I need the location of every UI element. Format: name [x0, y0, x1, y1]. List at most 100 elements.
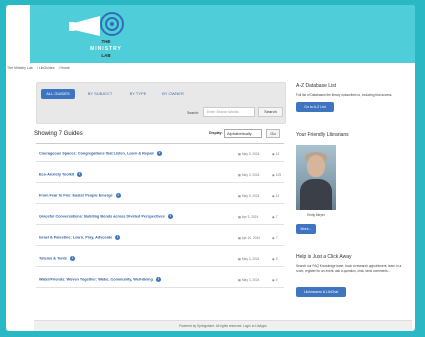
calendar-icon: ▦ [238, 215, 242, 219]
guide-views-text: 12 [275, 194, 280, 198]
calendar-icon: ▦ [238, 173, 242, 177]
logo-line-1: THE [102, 39, 111, 44]
guide-link[interactable]: Courageous Spaces: Congregations that Li… [39, 151, 162, 156]
info-icon[interactable]: i [115, 193, 121, 198]
tab-by-subject[interactable]: BY SUBJECT [81, 89, 119, 99]
logo-line-3: LAB [101, 53, 111, 58]
breadcrumb: The Ministry Lab / LibGuides / Home [7, 66, 70, 70]
guide-date-text: Apr 10, 2024 [241, 236, 260, 240]
help-description: Search our FAQ Knowledge base, book a re… [296, 264, 402, 273]
eye-icon: ◉ [272, 173, 275, 177]
go-button[interactable]: Go [266, 129, 280, 138]
guide-updated-date: ▦ May 5, 2024 [238, 194, 259, 198]
librarian-photo [296, 145, 336, 210]
header-banner: THE MINISTRY LAB [30, 5, 415, 63]
guide-row: Totems & Tents i ▦ May 3, 2024 ◉ 5 [36, 250, 284, 267]
divider [36, 143, 284, 144]
info-icon[interactable]: i [167, 214, 173, 219]
eye-icon: ◉ [272, 278, 275, 282]
guide-views-text: 4 [275, 278, 278, 282]
guide-title[interactable]: Israel & Palestine: Learn, Pray, Advocat… [39, 236, 112, 240]
guide-date-text: May 3, 2024 [241, 173, 260, 177]
guide-row: From Fear to Fire: Easter People Emerge i… [36, 187, 284, 204]
guide-updated-date: ▦ May 3, 2024 [238, 152, 259, 156]
calendar-icon: ▦ [238, 278, 242, 282]
guide-title[interactable]: Water/Friends: Woven Together: Water, Co… [39, 278, 153, 282]
megaphone-icon [69, 12, 124, 36]
guide-view-count: ◉ 4 [272, 278, 277, 282]
guide-row: Graceful Conversations: Building Bonds a… [36, 208, 284, 225]
guide-view-count: ◉ 125 [272, 173, 281, 177]
guide-views-text: 125 [275, 173, 282, 177]
guide-title[interactable]: Totems & Tents [39, 257, 67, 261]
guide-title[interactable]: Graceful Conversations: Building Bonds a… [39, 215, 165, 219]
guide-view-count: ◉ 5 [272, 257, 277, 261]
calendar-icon: ▦ [238, 152, 242, 156]
guide-link[interactable]: Graceful Conversations: Building Bonds a… [39, 214, 173, 219]
guide-row: Courageous Spaces: Congregations that Li… [36, 145, 284, 162]
eye-icon: ◉ [272, 257, 275, 261]
calendar-icon: ▦ [238, 257, 242, 261]
eye-icon: ◉ [272, 194, 275, 198]
eye-icon: ◉ [272, 236, 275, 240]
librarian-more-button[interactable]: More... [296, 224, 316, 234]
guide-view-count: ◉ 7 [272, 236, 277, 240]
info-icon[interactable]: i [156, 151, 162, 156]
guide-updated-date: ▦ Apr 3, 2024 [238, 215, 258, 219]
search-input[interactable] [203, 107, 255, 117]
guide-title[interactable]: Eco-Anxiety Toolkit [39, 173, 74, 177]
guide-row: Eco-Anxiety Toolkit i ▦ May 3, 2024 ◉ 125 [36, 166, 284, 183]
display-select[interactable]: Alphabetically [224, 129, 262, 138]
search-button[interactable]: Search [258, 107, 283, 117]
tab-by-owner[interactable]: BY OWNER [157, 89, 189, 99]
logo-line-2: MINISTRY [90, 46, 122, 52]
info-icon[interactable]: i [155, 277, 161, 282]
eye-icon: ◉ [272, 152, 275, 156]
az-list-button[interactable]: Go to A-Z List [296, 102, 334, 112]
info-icon[interactable]: i [115, 235, 121, 240]
ministry-lab-logo[interactable]: THE MINISTRY LAB [66, 9, 156, 61]
guides-count-heading: Showing 7 Guides [34, 131, 83, 137]
libanswers-button[interactable]: LibAnswers & LibChat [296, 287, 346, 297]
breadcrumb-item[interactable]: The Ministry Lab [7, 66, 33, 70]
guide-view-count: ◉ 12 [272, 152, 279, 156]
guide-views-text: 5 [275, 257, 278, 261]
guide-views-text: 12 [275, 152, 280, 156]
librarians-heading: Your Friendly Librarians [296, 132, 349, 138]
guide-updated-date: ▦ May 3, 2024 [238, 278, 259, 282]
tab-all-guides[interactable]: ALL GUIDES [41, 89, 75, 99]
guide-updated-date: ▦ May 3, 2024 [238, 173, 259, 177]
calendar-icon: ▦ [238, 236, 242, 240]
guide-updated-date: ▦ Apr 10, 2024 [238, 236, 260, 240]
tab-by-type[interactable]: BY TYPE [125, 89, 151, 99]
guide-views-text: 7 [275, 215, 278, 219]
info-icon[interactable]: i [69, 256, 75, 261]
guide-link[interactable]: From Fear to Fire: Easter People Emerge i [39, 193, 121, 198]
guide-date-text: May 3, 2024 [241, 257, 260, 261]
guide-link[interactable]: Totems & Tents i [39, 256, 75, 261]
display-label: Display: [209, 131, 223, 135]
guide-date-text: Apr 3, 2024 [241, 215, 259, 219]
az-heading: A-Z Database List [296, 83, 337, 89]
guide-view-count: ◉ 7 [272, 215, 277, 219]
guide-link[interactable]: Israel & Palestine: Learn, Pray, Advocat… [39, 235, 121, 240]
info-icon[interactable]: i [77, 172, 83, 177]
eye-icon: ◉ [272, 215, 275, 219]
guide-view-count: ◉ 12 [272, 194, 279, 198]
help-heading: Help is Just a Click Away [296, 254, 352, 260]
breadcrumb-item[interactable]: LibGuides [39, 66, 55, 70]
guide-link[interactable]: Water/Friends: Woven Together: Water, Co… [39, 277, 161, 282]
footer: Powered by Springshare. All rights reser… [34, 320, 412, 331]
page: THE MINISTRY LAB The Ministry Lab / LibGu… [6, 5, 415, 331]
guide-views-text: 7 [275, 236, 278, 240]
guide-browse-panel: ALL GUIDES BY SUBJECT BY TYPE BY OWNER S… [36, 82, 286, 124]
guide-link[interactable]: Eco-Anxiety Toolkit i [39, 172, 83, 177]
guide-date-text: May 3, 2024 [241, 152, 260, 156]
guide-title[interactable]: Courageous Spaces: Congregations that Li… [39, 152, 154, 156]
guide-row: Israel & Palestine: Learn, Pray, Advocat… [36, 229, 284, 246]
breadcrumb-item: Home [60, 66, 70, 70]
guide-updated-date: ▦ May 3, 2024 [238, 257, 259, 261]
guide-title[interactable]: From Fear to Fire: Easter People Emerge [39, 194, 113, 198]
guide-date-text: May 5, 2024 [241, 194, 260, 198]
search-label: Search: [187, 111, 200, 115]
